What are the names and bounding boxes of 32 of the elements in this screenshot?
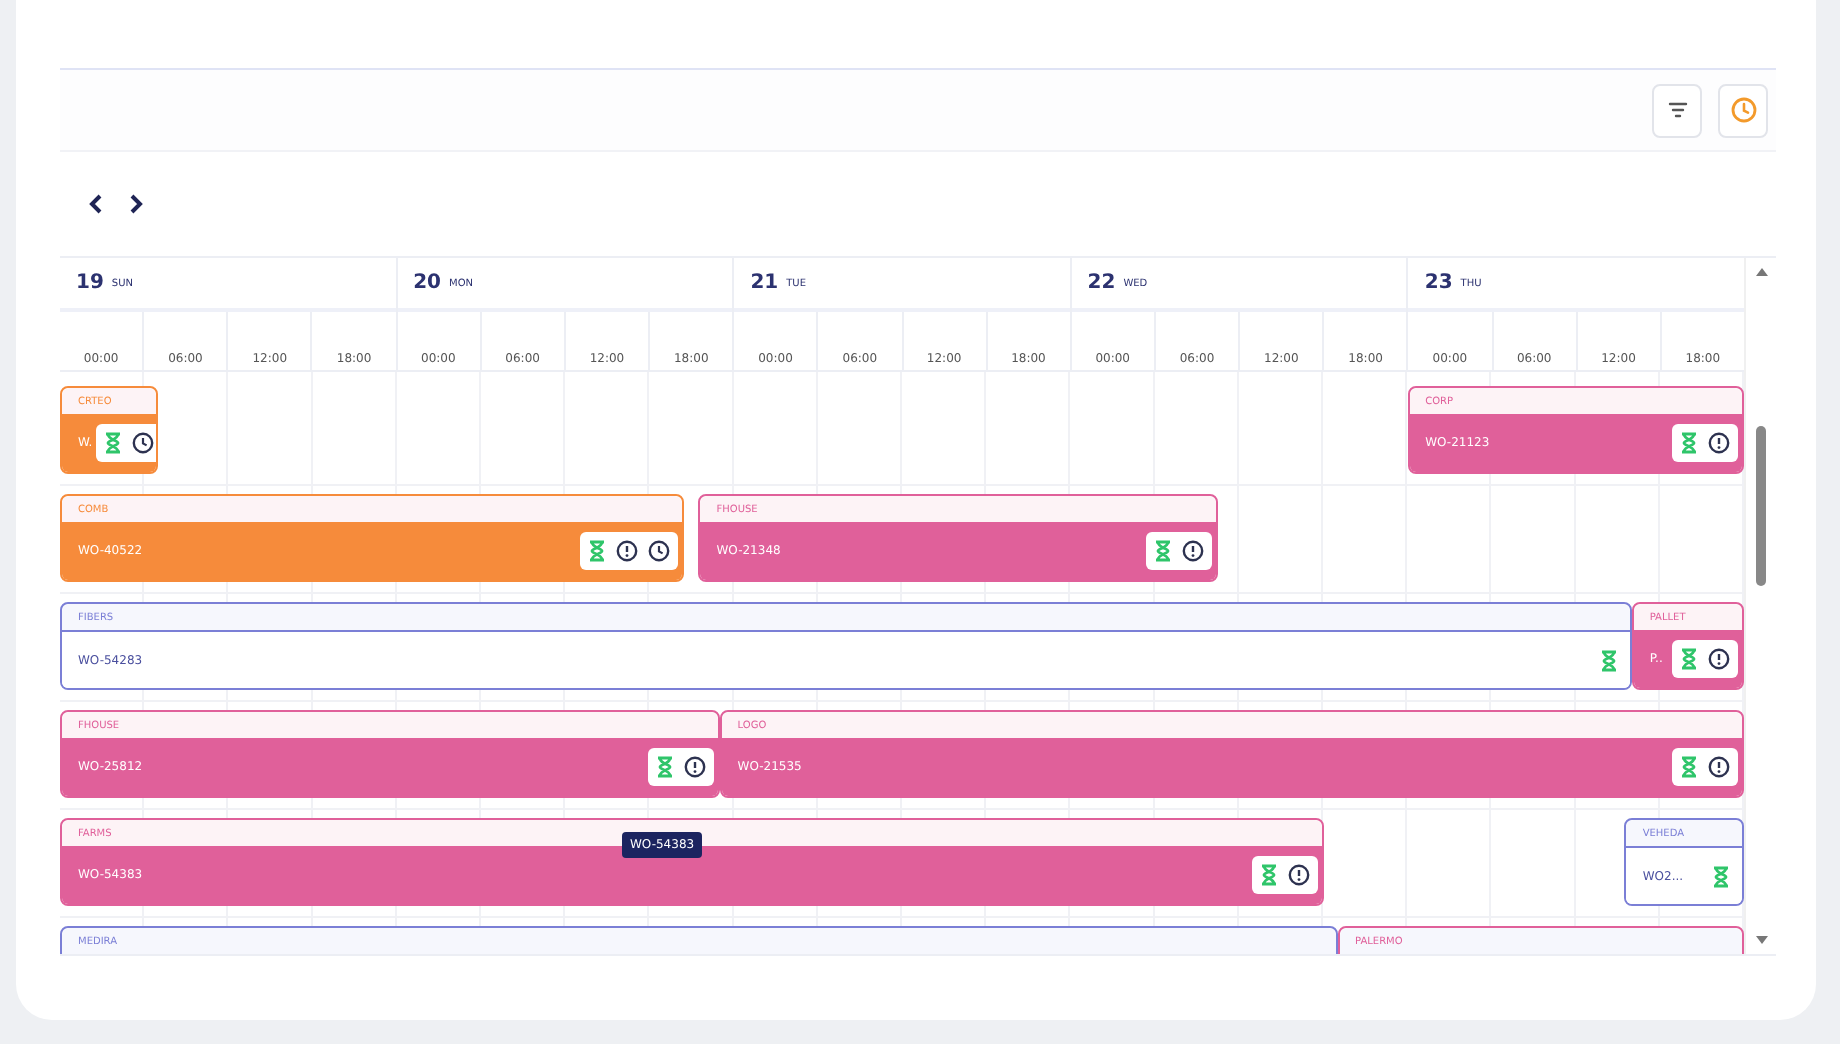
hourglass-icon bbox=[588, 540, 607, 562]
alert-icon bbox=[1181, 540, 1204, 562]
day-number: 22 bbox=[1087, 272, 1116, 294]
clock-icon bbox=[1729, 96, 1757, 124]
hourglass-icon bbox=[1711, 865, 1730, 887]
filter-icon bbox=[1665, 98, 1689, 122]
hourglass-icon bbox=[1679, 648, 1698, 670]
alert-icon bbox=[1707, 432, 1730, 454]
alert-icon bbox=[1707, 756, 1730, 778]
clock-icon bbox=[648, 540, 671, 562]
hourglass-icon bbox=[1599, 649, 1618, 671]
chevron-right-icon bbox=[128, 194, 144, 214]
alert-icon bbox=[683, 756, 706, 778]
hourglass-icon bbox=[1153, 540, 1172, 562]
filter-button[interactable] bbox=[1652, 83, 1702, 137]
day-number: 19 bbox=[76, 272, 104, 294]
hourglass-icon bbox=[1679, 432, 1698, 454]
hourglass-icon bbox=[655, 756, 674, 778]
chevron-left-icon bbox=[88, 194, 104, 214]
hourglass-icon bbox=[104, 432, 123, 454]
alert-icon bbox=[1287, 864, 1309, 886]
scrollbar-thumb[interactable] bbox=[1756, 426, 1766, 586]
clock-icon bbox=[132, 432, 155, 454]
scroll-down-icon[interactable] bbox=[1753, 934, 1769, 946]
scroll-up-icon[interactable] bbox=[1753, 266, 1769, 278]
day-number: 21 bbox=[750, 272, 779, 294]
alert-icon bbox=[1707, 648, 1730, 670]
hourglass-icon bbox=[1259, 864, 1277, 886]
day-number: 20 bbox=[413, 272, 442, 294]
hourglass-icon bbox=[1679, 756, 1698, 778]
alert-icon bbox=[616, 540, 639, 562]
day-number: 23 bbox=[1424, 272, 1453, 294]
